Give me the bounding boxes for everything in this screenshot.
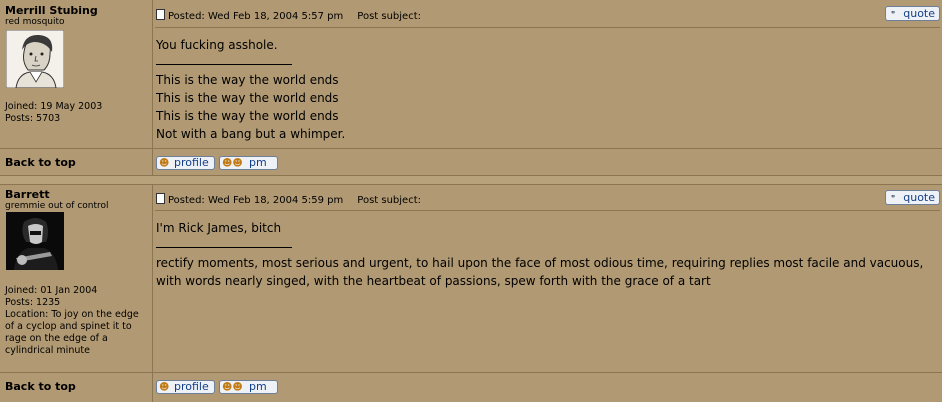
signature-text: rectify moments, most serious and urgent… bbox=[156, 256, 924, 288]
post-icon bbox=[156, 9, 165, 20]
post-footer: Back to top ☻ profile ☻☻ pm bbox=[0, 372, 942, 402]
author-name[interactable]: Merrill Stubing bbox=[5, 4, 98, 17]
post-date: Posted: Wed Feb 18, 2004 5:59 pm bbox=[168, 195, 344, 206]
author-joined: Joined: 01 Jan 2004 bbox=[5, 285, 98, 296]
profile-button[interactable]: ☻ profile bbox=[156, 156, 215, 170]
divider bbox=[155, 27, 940, 28]
signature-divider bbox=[156, 237, 292, 248]
post-message: You fucking asshole. This is the way the… bbox=[156, 36, 926, 143]
users-icon: ☻☻ bbox=[222, 382, 243, 393]
divider bbox=[155, 210, 940, 211]
author-rank: red mosquito bbox=[5, 17, 65, 27]
author-rank: gremmie out of control bbox=[5, 201, 109, 211]
post-message: I'm Rick James, bitch rectify moments, m… bbox=[156, 219, 926, 290]
back-to-top-link[interactable]: Back to top bbox=[5, 156, 76, 169]
post-meta: Posted: Wed Feb 18, 2004 5:57 pm Post sub… bbox=[156, 9, 421, 22]
author-name[interactable]: Barrett bbox=[5, 188, 50, 201]
post-footer: Back to top ☻ profile ☻☻ pm bbox=[0, 148, 942, 176]
post-icon bbox=[156, 193, 165, 204]
post-body: Posted: Wed Feb 18, 2004 5:59 pm Post sub… bbox=[153, 184, 942, 372]
user-icon: ☻ bbox=[159, 158, 170, 169]
quote-button[interactable]: ❞ quote bbox=[885, 6, 940, 21]
user-icon: ☻ bbox=[159, 382, 170, 393]
post-2: Barrett gremmie out of control Joined: 0… bbox=[0, 184, 942, 402]
avatar bbox=[5, 29, 65, 89]
speech-bubble-icon: ❞ bbox=[891, 194, 896, 203]
signature-line: This is the way the world ends bbox=[156, 91, 339, 105]
signature-line: Not with a bang but a whimper. bbox=[156, 127, 346, 141]
post-body: Posted: Wed Feb 18, 2004 5:57 pm Post sub… bbox=[153, 0, 942, 148]
speech-bubble-icon: ❞ bbox=[891, 10, 896, 19]
signature-line: This is the way the world ends bbox=[156, 109, 339, 123]
message-text: I'm Rick James, bitch bbox=[156, 221, 282, 235]
post-1: Merrill Stubing red mosquito Joined: 19 … bbox=[0, 0, 942, 176]
pm-button[interactable]: ☻☻ pm bbox=[219, 380, 278, 394]
post-subject: Post subject: bbox=[357, 195, 421, 206]
author-posts: Posts: 1235 bbox=[5, 297, 61, 308]
author-cell: Barrett gremmie out of control Joined: 0… bbox=[0, 184, 153, 372]
quote-button[interactable]: ❞ quote bbox=[885, 190, 940, 205]
author-posts: Posts: 5703 bbox=[5, 113, 61, 124]
author-joined: Joined: 19 May 2003 bbox=[5, 101, 103, 112]
signature-divider bbox=[156, 54, 292, 65]
users-icon: ☻☻ bbox=[222, 158, 243, 169]
author-cell: Merrill Stubing red mosquito Joined: 19 … bbox=[0, 0, 153, 148]
profile-button[interactable]: ☻ profile bbox=[156, 380, 215, 394]
signature-line: This is the way the world ends bbox=[156, 73, 339, 87]
message-text: You fucking asshole. bbox=[156, 38, 278, 52]
post-meta: Posted: Wed Feb 18, 2004 5:59 pm Post sub… bbox=[156, 193, 421, 206]
post-subject: Post subject: bbox=[357, 11, 421, 22]
post-date: Posted: Wed Feb 18, 2004 5:57 pm bbox=[168, 11, 344, 22]
author-location: Location: To joy on the edge of a cyclop… bbox=[5, 309, 139, 356]
pm-button[interactable]: ☻☻ pm bbox=[219, 156, 278, 170]
back-to-top-link[interactable]: Back to top bbox=[5, 380, 76, 393]
avatar bbox=[6, 212, 64, 270]
